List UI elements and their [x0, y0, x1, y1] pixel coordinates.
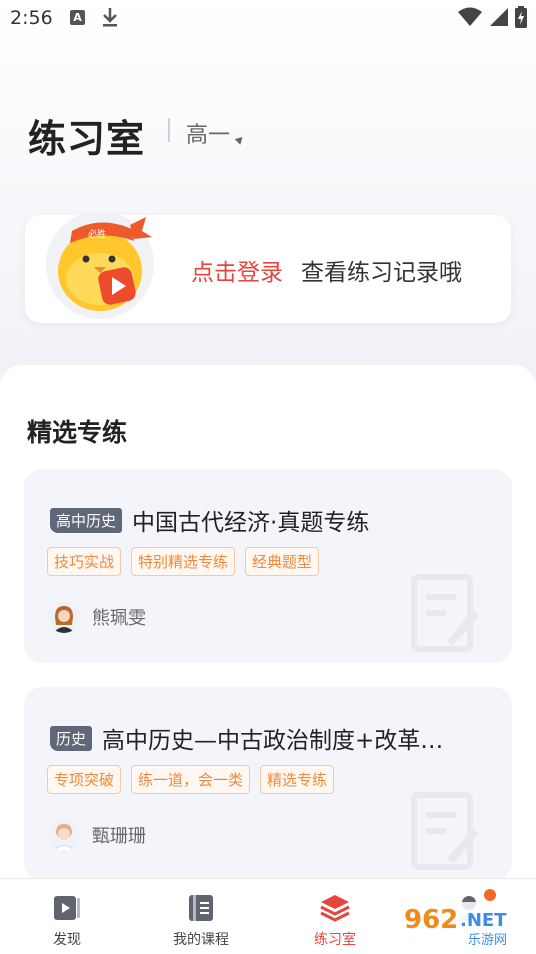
- teacher-name: 甄珊珊: [92, 826, 146, 847]
- card-header: 历史 高中历史—中古政治制度+改革…: [50, 721, 443, 755]
- course-card[interactable]: 历史 高中历史—中古政治制度+改革… 专项突破 练一道，会一类 精选专练 甄珊珊: [24, 687, 512, 881]
- status-time: 2:56: [10, 7, 53, 29]
- grade-label: 高一: [186, 123, 231, 148]
- nav-item-my-courses[interactable]: 我的课程: [134, 879, 268, 954]
- tag: 练一道，会一类: [131, 765, 251, 794]
- mascot-band-text: 必胜: [88, 228, 106, 240]
- title-divider: [168, 118, 170, 142]
- tag-list: 专项突破 练一道，会一类 精选专练: [47, 765, 335, 794]
- download-icon: [103, 8, 117, 27]
- site-watermark-logo: 962 .NET 乐游网: [400, 902, 530, 948]
- teacher-avatar: [48, 819, 80, 851]
- nav-label: 发现: [53, 932, 81, 948]
- caret-down-icon: [234, 133, 246, 145]
- status-icons: [458, 6, 528, 28]
- page-title: 练习室: [28, 117, 146, 161]
- layers-icon: [320, 895, 350, 922]
- subject-badge: 历史: [50, 725, 93, 751]
- notification-a-icon: A: [70, 10, 85, 25]
- edit-note-icon: [411, 792, 480, 870]
- tag: 特别精选专练: [131, 547, 236, 576]
- login-hint: 查看练习记录哦: [301, 260, 462, 286]
- tag: 精选专练: [260, 765, 335, 794]
- svg-text:962: 962: [404, 905, 458, 935]
- nav-label: 我的课程: [173, 932, 229, 948]
- login-card[interactable]: 必胜 点击登录 查看练习记录哦: [25, 211, 511, 323]
- teacher-name: 熊珮雯: [92, 608, 146, 629]
- card-header: 高中历史 中国古代经济·真题专练: [50, 503, 369, 537]
- grade-selector[interactable]: 高一: [186, 117, 246, 149]
- svg-text:乐游网: 乐游网: [468, 933, 507, 948]
- tag: 专项突破: [47, 765, 122, 794]
- edit-note-icon: [411, 574, 480, 652]
- teacher-info: 熊珮雯: [48, 601, 146, 633]
- nav-item-discover[interactable]: 发现: [0, 879, 134, 954]
- login-text: 点击登录 查看练习记录哦: [191, 253, 462, 287]
- teacher-avatar: [48, 601, 80, 633]
- main-panel: 精选专练 高中历史 中国古代经济·真题专练 技巧实战 特别精选专练 经典题型 熊…: [0, 365, 536, 885]
- nav-item-practice-room[interactable]: 练习室: [268, 879, 402, 954]
- notebook-icon: [189, 895, 213, 921]
- play-video-icon: [54, 896, 80, 920]
- tag: 技巧实战: [47, 547, 122, 576]
- wifi-icon: [458, 7, 482, 26]
- login-link[interactable]: 点击登录: [191, 253, 283, 287]
- subject-badge: 高中历史: [50, 507, 123, 533]
- tag-list: 技巧实战 特别精选专练 经典题型: [47, 547, 320, 576]
- course-card[interactable]: 高中历史 中国古代经济·真题专练 技巧实战 特别精选专练 经典题型 熊珮雯: [24, 469, 512, 663]
- section-title: 精选专练: [27, 418, 128, 447]
- course-title: 高中历史—中古政治制度+改革…: [102, 728, 444, 754]
- mascot-chick-icon: 必胜: [46, 211, 154, 319]
- svg-text:.NET: .NET: [460, 910, 507, 931]
- signal-icon: [490, 8, 508, 26]
- tag: 经典题型: [245, 547, 320, 576]
- course-title: 中国古代经济·真题专练: [132, 510, 370, 536]
- status-bar: 2:56 A: [0, 0, 536, 40]
- nav-label: 练习室: [314, 932, 356, 948]
- battery-icon: [515, 6, 527, 28]
- teacher-info: 甄珊珊: [48, 819, 146, 851]
